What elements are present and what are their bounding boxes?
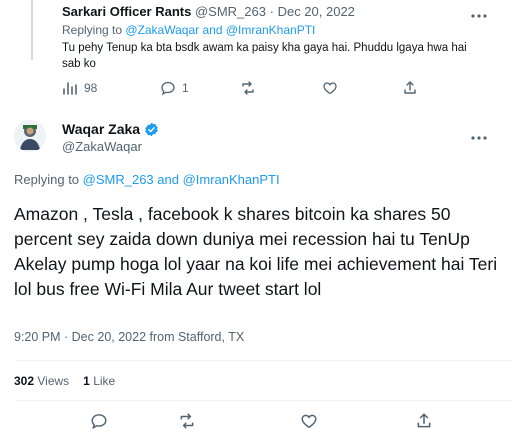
main-author-name[interactable]: Waqar Zaka: [62, 121, 140, 137]
main-like-button[interactable]: [300, 412, 318, 430]
replying-prefix: Replying to: [62, 23, 126, 37]
main-reply-button[interactable]: [90, 412, 108, 430]
main-views-count: 302: [14, 374, 35, 388]
main-tweet-text: Amazon , Tesla , facebook k shares bitco…: [14, 204, 498, 299]
share-icon: [417, 413, 431, 428]
reply-button[interactable]: 1: [160, 80, 189, 96]
reply-replying-to: Replying to @ZakaWaqar and @ImranKhanPTI: [62, 23, 315, 37]
views-stat[interactable]: 302 Views: [14, 374, 69, 388]
main-replying-to: Replying to @SMR_263 and @ImranKhanPTI: [14, 172, 280, 187]
replying-to-mentions[interactable]: @ZakaWaqar and @ImranKhanPTI: [125, 23, 315, 37]
tweet-stats: 302 Views 1 Like: [14, 374, 115, 388]
views-button[interactable]: 98: [62, 80, 97, 96]
like-icon: [323, 82, 337, 95]
more-button[interactable]: [470, 6, 488, 24]
like-icon: [301, 414, 317, 429]
main-retweet-button[interactable]: [178, 412, 196, 430]
reply-tweet-text: Tu pehy Tenup ka bta bsdk awam ka paisy …: [62, 42, 467, 70]
separator-dot: ·: [269, 4, 274, 19]
reply-author-handle[interactable]: @SMR_263: [195, 4, 266, 19]
views-label: Views: [37, 374, 70, 388]
views-icon: [63, 82, 77, 95]
main-share-button[interactable]: [415, 412, 433, 430]
likes-label: Like: [93, 374, 116, 388]
more-icon: [471, 136, 487, 140]
more-icon: [471, 14, 487, 18]
reply-date[interactable]: Dec 20, 2022: [278, 4, 355, 19]
main-more-button[interactable]: [470, 128, 488, 146]
likes-stat[interactable]: 1 Like: [83, 374, 115, 388]
divider: [14, 360, 512, 361]
avatar[interactable]: [14, 120, 46, 152]
divider: [14, 400, 512, 401]
main-replying-prefix: Replying to: [14, 172, 83, 187]
thread-line: [31, 0, 33, 60]
reply-tweet[interactable]: Sarkari Officer Rants @SMR_263 · Dec 20,…: [0, 0, 512, 108]
share-icon: [404, 81, 416, 94]
avatar-image: [14, 120, 46, 152]
like-button[interactable]: [322, 80, 338, 96]
replies-count: 1: [182, 81, 189, 95]
reply-icon: [161, 81, 175, 96]
main-replying-mentions[interactable]: @SMR_263 and @ImranKhanPTI: [83, 172, 280, 187]
reply-tweet-header: Sarkari Officer Rants @SMR_263 · Dec 20,…: [62, 4, 355, 19]
tweet-timestamp[interactable]: 9:20 PM · Dec 20, 2022 from Stafford, TX: [14, 330, 244, 344]
reply-actions: 98 1: [0, 80, 512, 104]
reply-icon: [91, 414, 107, 430]
retweet-icon: [180, 413, 194, 429]
retweet-button[interactable]: [240, 80, 256, 96]
share-button[interactable]: [402, 80, 418, 96]
main-likes-count: 1: [83, 374, 90, 388]
retweet-icon: [242, 81, 254, 95]
reply-author-name[interactable]: Sarkari Officer Rants: [62, 4, 191, 19]
main-actions: [0, 412, 512, 436]
verified-badge-icon: [145, 122, 158, 136]
main-author-name-row: Waqar Zaka: [62, 121, 159, 137]
views-count: 98: [84, 81, 98, 95]
main-author-handle[interactable]: @ZakaWaqar: [62, 139, 142, 154]
